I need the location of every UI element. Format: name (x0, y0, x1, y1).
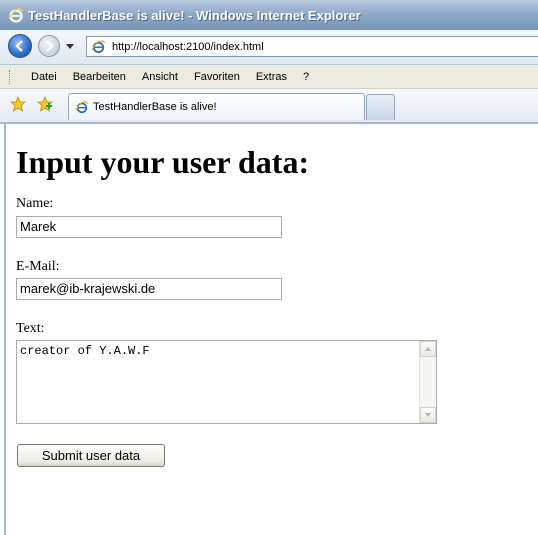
add-favorite-icon[interactable] (37, 96, 53, 112)
page-content: Input your user data: Name: Marek E-Mail… (4, 124, 538, 535)
back-arrow-icon (15, 40, 23, 52)
window-title: TestHandlerBase is alive! - Windows Inte… (28, 7, 361, 23)
text-area-scrollbar[interactable] (419, 341, 436, 423)
window-titlebar[interactable]: TestHandlerBase is alive! - Windows Inte… (0, 0, 538, 30)
toolbar-grip[interactable] (9, 69, 12, 84)
navigation-bar: http://localhost:2100/index.html (0, 30, 538, 65)
page-heading: Input your user data: (16, 144, 310, 180)
menu-item-extras[interactable]: Extras (248, 71, 295, 83)
scroll-down-button[interactable] (420, 407, 436, 423)
email-input-value: marek@ib-krajewski.de (20, 281, 156, 296)
submit-button[interactable]: Submit user data (17, 444, 165, 467)
favorites-star-icon[interactable] (10, 96, 26, 112)
menu-item-favoriten[interactable]: Favoriten (186, 71, 248, 83)
forward-arrow-icon (46, 40, 54, 52)
name-label: Name: (16, 196, 54, 211)
menu-item-help[interactable]: ? (295, 71, 317, 83)
address-url[interactable]: http://localhost:2100/index.html (112, 41, 264, 53)
scroll-up-button[interactable] (420, 341, 436, 357)
page-ie-icon (91, 40, 106, 54)
tab-ie-icon (75, 101, 89, 114)
menu-bar: Datei Bearbeiten Ansicht Favoriten Extra… (0, 65, 538, 89)
text-area[interactable]: creator of Y.A.W.F (16, 340, 437, 424)
tab-bar: TestHandlerBase is alive! (0, 89, 538, 124)
scroll-up-arrow-icon (425, 347, 431, 351)
name-input[interactable]: Marek (16, 216, 282, 238)
menu-item-ansicht[interactable]: Ansicht (134, 71, 186, 83)
menu-item-datei[interactable]: Datei (23, 71, 65, 83)
back-button[interactable] (8, 34, 32, 58)
name-input-value: Marek (20, 219, 57, 234)
address-bar[interactable]: http://localhost:2100/index.html (86, 36, 538, 57)
forward-button[interactable] (38, 35, 60, 57)
new-tab-button[interactable] (366, 94, 395, 120)
text-label: Text: (16, 321, 45, 336)
menu-item-bearbeiten[interactable]: Bearbeiten (65, 71, 134, 83)
scroll-down-arrow-icon (425, 413, 431, 417)
tab-current-page[interactable]: TestHandlerBase is alive! (68, 93, 365, 120)
ie-logo-icon (8, 8, 24, 23)
tab-label: TestHandlerBase is alive! (93, 101, 217, 113)
text-area-value: creator of Y.A.W.F (20, 344, 150, 358)
email-label: E-Mail: (16, 259, 60, 274)
history-dropdown-icon[interactable] (66, 44, 74, 49)
email-input[interactable]: marek@ib-krajewski.de (16, 278, 282, 300)
